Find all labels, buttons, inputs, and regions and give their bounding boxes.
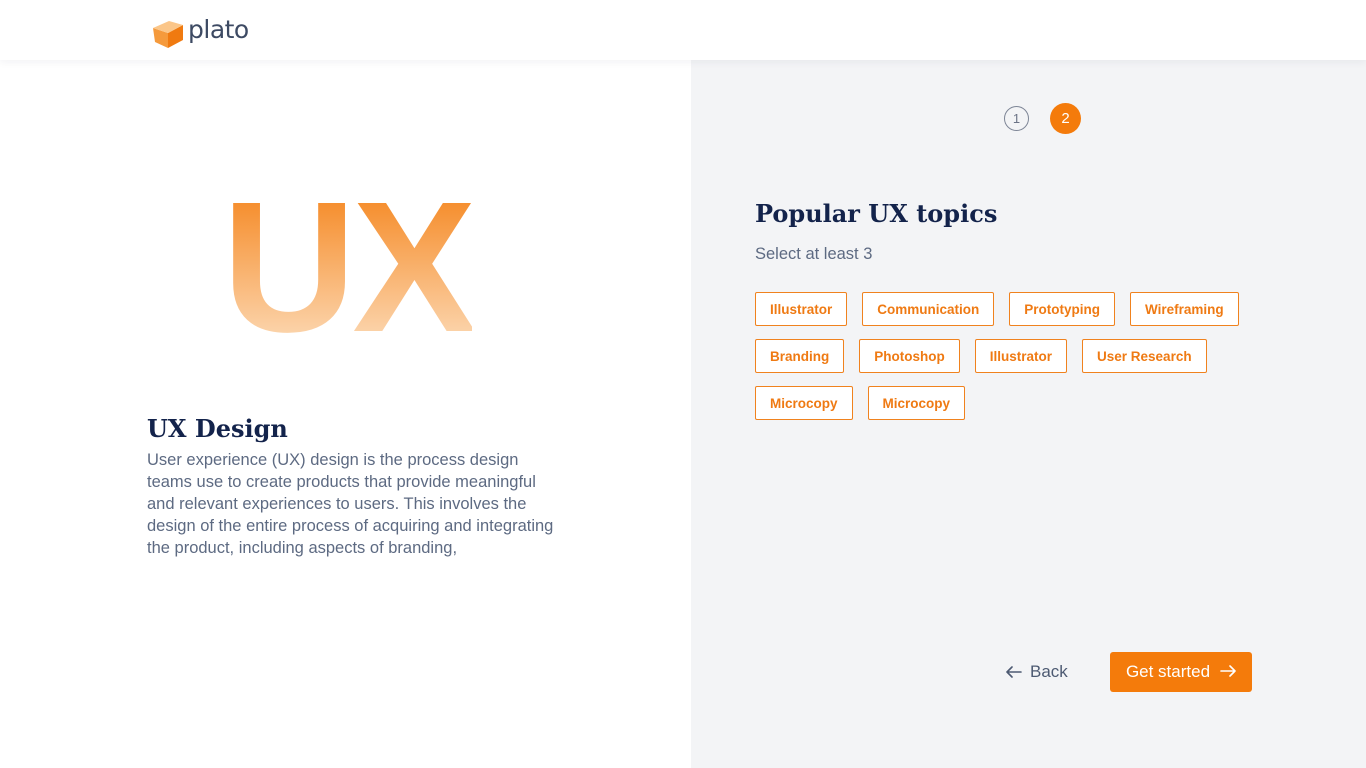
logo-text: plato (188, 14, 249, 44)
get-started-button[interactable]: Get started (1110, 652, 1252, 692)
topics-title: Popular UX topics (755, 199, 998, 228)
topic-chip-list: Illustrator Communication Prototyping Wi… (755, 292, 1275, 433)
topics-panel: 1 2 Popular UX topics Select at least 3 … (691, 60, 1366, 768)
plato-logo[interactable]: plato (152, 14, 249, 48)
arrow-right-icon (1220, 662, 1236, 682)
topic-chip[interactable]: Illustrator (974, 339, 1068, 373)
chip-row: Illustrator Communication Prototyping Wi… (755, 292, 1275, 326)
topic-chip[interactable]: Illustrator (755, 292, 848, 326)
topic-chip[interactable]: Prototyping (1009, 292, 1116, 326)
arrow-left-icon (1006, 662, 1022, 683)
top-bar: plato (0, 0, 1366, 60)
chip-row: Microcopy Microcopy (755, 386, 1275, 420)
step-indicator-2[interactable]: 2 (1050, 103, 1081, 134)
topic-chip[interactable]: Branding (755, 339, 845, 373)
topics-subtitle: Select at least 3 (755, 245, 873, 263)
book-logo-icon (152, 14, 184, 48)
topic-chip[interactable]: User Research (1082, 339, 1207, 373)
topic-chip[interactable]: Photoshop (859, 339, 960, 373)
course-panel: UX UX Design User experience (UX) design… (0, 60, 691, 768)
back-button[interactable]: Back (1006, 657, 1068, 687)
course-title: UX Design (147, 414, 288, 443)
get-started-label: Get started (1125, 662, 1211, 681)
course-hero-graphic: UX (222, 164, 479, 371)
chip-row: Branding Photoshop Illustrator User Rese… (755, 339, 1275, 373)
back-label: Back (1030, 662, 1068, 681)
topic-chip[interactable]: Microcopy (755, 386, 853, 420)
course-description: User experience (UX) design is the proce… (147, 451, 554, 557)
topic-chip[interactable]: Wireframing (1130, 292, 1239, 326)
step-indicator-1[interactable]: 1 (1004, 106, 1029, 131)
hero-text: UX (222, 188, 472, 338)
topic-chip[interactable]: Microcopy (867, 386, 966, 420)
topic-chip[interactable]: Communication (862, 292, 995, 326)
